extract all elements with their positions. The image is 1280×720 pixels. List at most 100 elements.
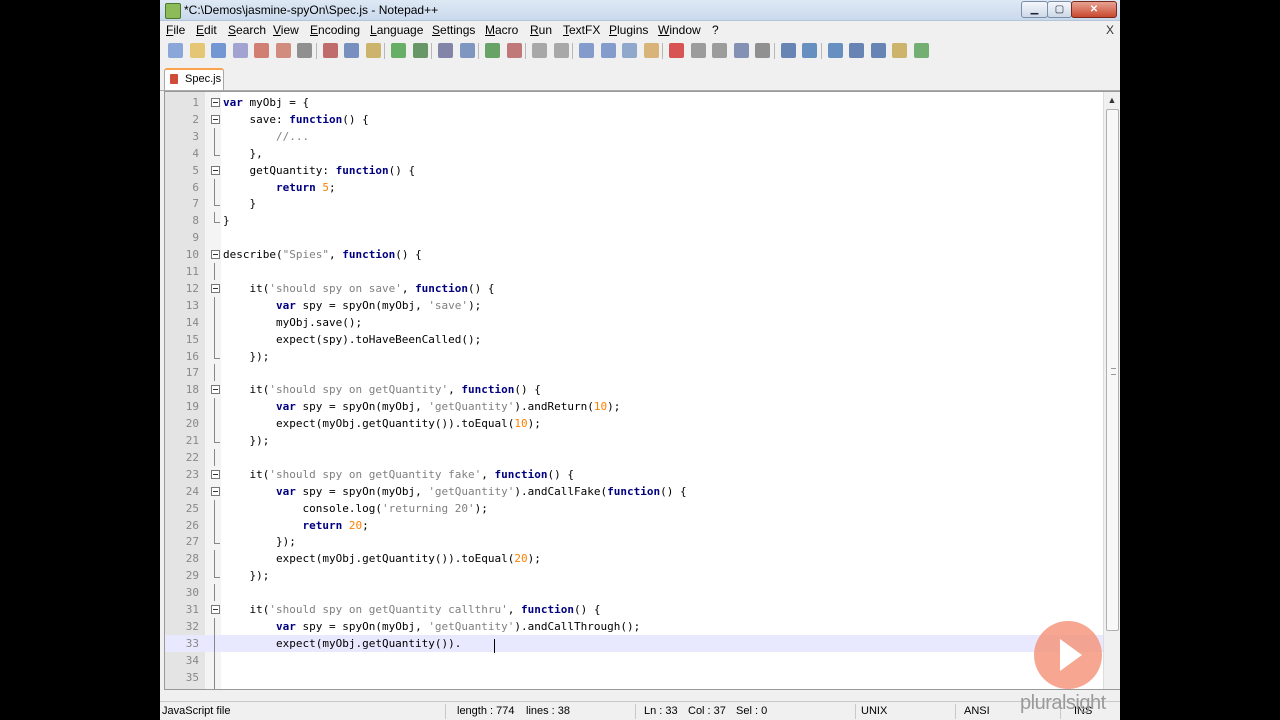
code-line[interactable]: 3 //... — [165, 127, 1105, 145]
menu-search[interactable]: Search — [228, 23, 266, 37]
record-macro-icon[interactable] — [669, 43, 684, 58]
find-icon[interactable] — [438, 43, 453, 58]
menu-macro[interactable]: Macro — [485, 23, 518, 37]
menu-textfx[interactable]: TextFX — [563, 23, 600, 37]
tab-spec-js[interactable]: Spec.js — [164, 68, 224, 90]
first-icon[interactable] — [849, 43, 864, 58]
scroll-up-arrow-icon[interactable]: ▲ — [1104, 92, 1120, 108]
new-file-icon[interactable] — [168, 43, 183, 58]
next-icon[interactable] — [827, 43, 843, 58]
menu-language[interactable]: Language — [370, 23, 423, 37]
code-line[interactable]: 7 } — [165, 195, 1105, 212]
code-line[interactable]: 26 return 20; — [165, 516, 1105, 534]
menu-settings[interactable]: Settings — [432, 23, 475, 37]
menu-plugins[interactable]: Plugins — [609, 23, 648, 37]
prev-icon[interactable] — [802, 43, 817, 58]
doc-map-icon[interactable] — [643, 43, 659, 58]
fold-toggle-icon[interactable] — [211, 385, 220, 395]
menu-window[interactable]: Window — [658, 23, 701, 37]
sync-v-icon[interactable] — [532, 43, 547, 58]
print-icon[interactable] — [297, 43, 312, 58]
menu-file[interactable]: File — [166, 23, 185, 37]
close-icon[interactable] — [254, 43, 269, 58]
code-line[interactable]: 18 it('should spy on getQuantity', funct… — [165, 381, 1105, 398]
title-bar[interactable]: *C:\Demos\jasmine-spyOn\Spec.js - Notepa… — [160, 0, 1120, 21]
code-line[interactable]: 29 }); — [165, 567, 1105, 584]
fold-toggle-icon[interactable] — [211, 486, 220, 496]
code-line[interactable]: 17 — [165, 364, 1105, 382]
copy-icon[interactable] — [344, 43, 359, 58]
code-line[interactable]: 27 }); — [165, 533, 1105, 550]
code-line[interactable]: 32 var spy = spyOn(myObj, 'getQuantity')… — [165, 617, 1105, 635]
menu-encoding[interactable]: Encoding — [310, 23, 360, 37]
save-macro-icon[interactable] — [755, 43, 770, 58]
open-file-icon[interactable] — [189, 43, 205, 58]
undo-icon[interactable] — [391, 43, 406, 58]
code-line[interactable]: 12 it('should spy on save', function() { — [165, 280, 1105, 297]
menu-help[interactable]: ? — [712, 23, 719, 37]
fold-toggle-icon[interactable] — [211, 283, 220, 293]
close-button[interactable]: ✕ — [1071, 1, 1117, 18]
fold-toggle-icon[interactable] — [211, 250, 220, 260]
play-button-icon[interactable] — [1034, 621, 1102, 689]
code-line[interactable]: 36}); — [165, 685, 1105, 689]
fold-toggle-icon[interactable] — [211, 98, 220, 107]
code-line[interactable]: 25 console.log('returning 20'); — [165, 499, 1105, 517]
clear-icon[interactable] — [892, 43, 907, 58]
fold-toggle-icon[interactable] — [211, 469, 220, 479]
code-line[interactable]: 8} — [165, 212, 1105, 229]
code-line[interactable]: 28 expect(myObj.getQuantity()).toEqual(2… — [165, 550, 1105, 568]
code-line[interactable]: 34 — [165, 651, 1105, 669]
zoom-out-icon[interactable] — [506, 43, 522, 58]
sync-h-icon[interactable] — [553, 43, 569, 58]
close-document-button[interactable]: X — [1106, 23, 1114, 37]
indent-guide-icon[interactable] — [622, 43, 637, 58]
scroll-thumb[interactable] — [1106, 109, 1119, 631]
code-line[interactable]: 10 describe("Spies", function() { — [165, 246, 1105, 263]
code-line[interactable]: 13 var spy = spyOn(myObj, 'save'); — [165, 296, 1105, 314]
code-line[interactable]: 31 it('should spy on getQuantity callthr… — [165, 601, 1105, 618]
code-line[interactable]: 6 return 5; — [165, 178, 1105, 196]
fold-toggle-icon[interactable] — [211, 165, 220, 175]
menu-run[interactable]: Run — [530, 23, 552, 37]
code-line[interactable]: 1 var myObj = { — [165, 94, 1105, 111]
fold-toggle-icon[interactable] — [211, 605, 220, 614]
compare-icon[interactable] — [780, 43, 796, 58]
menu-view[interactable]: View — [273, 23, 299, 37]
code-line[interactable]: 2 save: function() { — [165, 111, 1105, 128]
code-editor[interactable]: 1 var myObj = {2 save: function() {3 //..… — [164, 91, 1120, 690]
code-line[interactable]: 22 — [165, 448, 1105, 466]
code-line[interactable]: 33 expect(myObj.getQuantity()). — [165, 634, 1105, 652]
run-macro-multiple-icon[interactable] — [733, 43, 749, 58]
code-line[interactable]: 11 — [165, 263, 1105, 280]
replace-icon[interactable] — [459, 43, 475, 58]
code-line[interactable]: 21 }); — [165, 432, 1105, 449]
last-icon[interactable] — [870, 43, 886, 58]
code-line[interactable]: 24 var spy = spyOn(myObj, 'getQuantity')… — [165, 483, 1105, 500]
word-wrap-icon[interactable] — [579, 43, 594, 58]
fold-toggle-icon[interactable] — [211, 114, 220, 124]
play-macro-icon[interactable] — [712, 43, 727, 58]
code-line[interactable]: 16 }); — [165, 347, 1105, 365]
stop-macro-icon[interactable] — [690, 43, 706, 58]
code-line[interactable]: 4 }, — [165, 144, 1105, 162]
menu-edit[interactable]: Edit — [196, 23, 217, 37]
maximize-button[interactable]: ▢ — [1047, 1, 1072, 18]
save-all-icon[interactable] — [232, 43, 248, 58]
code-line[interactable]: 14 myObj.save(); — [165, 313, 1105, 331]
spellcheck-icon[interactable] — [913, 43, 929, 58]
code-line[interactable]: 30 — [165, 584, 1105, 602]
code-line[interactable]: 35 — [165, 668, 1105, 686]
cut-icon[interactable] — [322, 43, 338, 58]
code-line[interactable]: 19 var spy = spyOn(myObj, 'getQuantity')… — [165, 398, 1105, 416]
minimize-button[interactable]: ▁ — [1021, 1, 1048, 18]
save-icon[interactable] — [211, 43, 226, 58]
code-line[interactable]: 20 expect(myObj.getQuantity()).toEqual(1… — [165, 415, 1105, 433]
code-line[interactable]: 9 — [165, 229, 1105, 246]
code-line[interactable]: 5 getQuantity: function() { — [165, 162, 1105, 179]
paste-icon[interactable] — [365, 43, 381, 58]
show-all-chars-icon[interactable] — [600, 43, 616, 58]
close-all-icon[interactable] — [275, 43, 291, 58]
redo-icon[interactable] — [412, 43, 428, 58]
code-line[interactable]: 23 it('should spy on getQuantity fake', … — [165, 466, 1105, 483]
